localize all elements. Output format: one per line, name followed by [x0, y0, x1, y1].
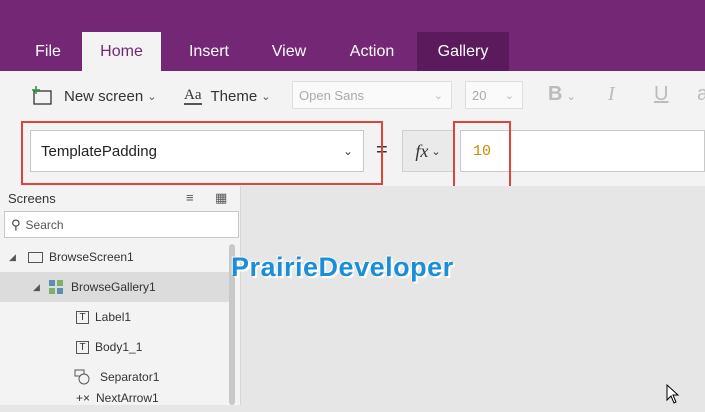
fx-button[interactable]: fx ⌄ — [402, 130, 454, 172]
chevron-down-icon: ⌄ — [261, 90, 271, 103]
font-family-value: Open Sans — [299, 87, 365, 103]
font-family-select[interactable]: Open Sans ⌄ — [292, 81, 452, 109]
tree-item-label: Body1_1 — [95, 340, 143, 354]
property-highlight-box — [21, 121, 383, 185]
font-size-select[interactable]: 20 ⌄ — [465, 81, 523, 109]
search-icon: ⚲ — [11, 216, 21, 232]
mouse-cursor-icon — [666, 384, 680, 404]
new-screen-icon — [32, 86, 52, 105]
search-placeholder: Search — [25, 217, 64, 232]
panel-title: Screens — [8, 191, 56, 206]
label-icon: T — [76, 310, 89, 324]
italic-button[interactable]: I — [608, 83, 615, 106]
tree-item-body1-1[interactable]: T Body1_1 — [0, 332, 234, 362]
collapse-icon: ◢ — [9, 251, 16, 262]
value-highlight-box — [453, 121, 511, 189]
chevron-down-icon: ⌄ — [504, 89, 514, 102]
underline-button[interactable]: U — [654, 83, 668, 106]
watermark-text: PrairieDeveloper — [231, 252, 454, 282]
tree-item-label: NextArrow1 — [96, 392, 159, 405]
theme-label: Theme — [210, 87, 258, 105]
toolbar-overflow[interactable]: a — [697, 83, 705, 106]
tree-item-separator1[interactable]: Separator1 — [0, 362, 234, 392]
chevron-down-icon: ⌄ — [147, 90, 157, 103]
theme-button[interactable]: Aa Theme ⌄ — [184, 85, 270, 107]
tab-insert[interactable]: Insert — [175, 32, 243, 71]
thumbnail-view-icon[interactable]: ▦ — [215, 190, 227, 206]
tree-item-label: BrowseGallery1 — [71, 280, 156, 294]
tab-view[interactable]: View — [257, 32, 321, 71]
new-screen-label: New screen — [64, 87, 144, 105]
new-screen-button[interactable]: New screen ⌄ — [32, 85, 156, 107]
tab-action[interactable]: Action — [334, 32, 410, 71]
font-size-value: 20 — [472, 87, 487, 103]
tab-home[interactable]: Home — [82, 32, 161, 71]
chevron-down-icon: ⌄ — [433, 89, 443, 102]
design-canvas[interactable] — [241, 186, 705, 405]
tree-item-label: BrowseScreen1 — [49, 250, 134, 264]
next-arrow-icon: +× — [76, 392, 91, 405]
tab-file[interactable]: File — [22, 32, 74, 71]
tree-item-label: Separator1 — [100, 370, 160, 384]
fx-icon: fx — [415, 140, 429, 161]
search-input[interactable]: ⚲ Search — [4, 211, 239, 238]
tab-gallery[interactable]: Gallery — [417, 32, 509, 71]
tree-item-label: Label1 — [95, 310, 132, 324]
screens-panel: Screens ≡ ▦ ⚲ Search ◢ BrowseScreen1 ◢ B… — [0, 186, 241, 405]
screen-icon — [28, 251, 43, 263]
tree-item-nextarrow1[interactable]: +× NextArrow1 — [0, 392, 234, 412]
tree-item-browsescreen1[interactable]: ◢ BrowseScreen1 — [0, 242, 234, 272]
ribbon-tab-bar: File Home Insert View Action Gallery — [0, 0, 705, 71]
gallery-icon — [49, 280, 65, 294]
separator-icon — [74, 369, 90, 385]
bold-button[interactable]: B ⌄ — [548, 83, 576, 106]
tree-item-browsegallery1[interactable]: ◢ BrowseGallery1 — [0, 272, 234, 302]
home-toolbar: New screen ⌄ Aa Theme ⌄ Open Sans ⌄ 20 ⌄… — [0, 71, 705, 122]
theme-icon: Aa — [184, 87, 202, 105]
tree-view-icon[interactable]: ≡ — [186, 190, 194, 205]
label-icon: T — [76, 340, 89, 354]
tree-item-label1[interactable]: T Label1 — [0, 302, 234, 332]
chevron-down-icon: ⌄ — [431, 145, 441, 158]
collapse-icon: ◢ — [33, 281, 40, 292]
